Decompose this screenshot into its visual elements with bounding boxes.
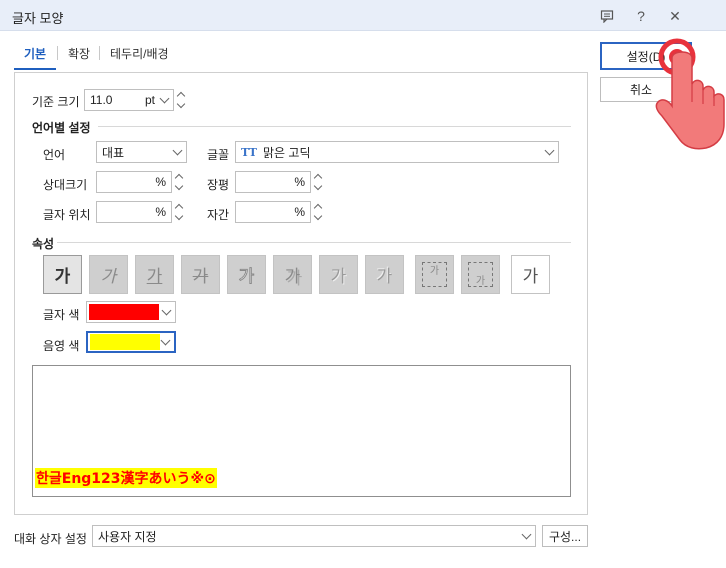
tab-border-background[interactable]: 테두리/배경 [108,45,171,62]
relative-size-label: 상대크기 [43,178,88,192]
size-label: 기준 크기 [32,95,80,109]
spin-down-icon[interactable] [172,211,186,223]
language-select[interactable]: 대표 [96,141,187,163]
chevron-down-icon[interactable] [160,335,171,345]
tab-separator [57,46,58,60]
language-value: 대표 [102,145,125,160]
bold-button[interactable]: 가 [43,255,82,294]
dialog-settings-select[interactable]: 사용자 지정 [92,525,536,547]
comment-icon[interactable] [595,4,619,28]
shade-color-picker[interactable] [86,331,176,353]
preview-text: 한글Eng123漢字あいう※⊙ [35,468,217,488]
emboss-button[interactable]: 가 [319,255,358,294]
tab-separator [99,46,100,60]
section-divider [57,242,571,243]
tab-basic[interactable]: 기본 [22,45,48,62]
window-title: 글자 모양 [12,11,64,26]
relative-size-spinner[interactable] [172,171,186,193]
char-position-input[interactable]: % [96,201,172,223]
attr-section-title: 속성 [32,237,55,251]
font-label: 글꼴 [207,148,230,162]
percent-unit: % [155,175,166,189]
spin-down-icon[interactable] [174,99,188,111]
help-button[interactable]: ? [629,4,653,28]
spin-down-icon[interactable] [311,181,325,193]
compose-button[interactable]: 구성... [542,525,588,547]
size-unit: pt [144,93,155,107]
font-value: 맑은 고딕 [262,145,311,160]
percent-unit: % [155,205,166,219]
char-position-spinner[interactable] [172,201,186,223]
size-value: 11.0 [90,93,113,107]
char-position-label: 글자 위치 [43,208,91,222]
percent-unit: % [294,205,305,219]
spin-down-icon[interactable] [172,181,186,193]
font-select[interactable]: TT 맑은 고딕 [235,141,559,163]
letter-spacing-spinner[interactable] [311,201,325,223]
shadow-button[interactable]: 가 [273,255,312,294]
chevron-down-icon[interactable] [159,93,170,103]
superscript-button[interactable]: 가 [415,255,454,294]
width-ratio-spinner[interactable] [311,171,325,193]
percent-unit: % [294,175,305,189]
width-ratio-label: 장평 [207,178,230,192]
close-button[interactable]: ✕ [663,4,687,28]
spin-up-icon[interactable] [172,201,186,213]
relative-size-input[interactable]: % [96,171,172,193]
spin-down-icon[interactable] [311,211,325,223]
chevron-down-icon[interactable] [521,529,532,539]
shade-color-label: 음영 색 [43,339,80,353]
section-divider [98,126,571,127]
size-spinner[interactable] [174,89,188,111]
active-tab-indicator [14,68,56,70]
spin-up-icon[interactable] [172,171,186,183]
spin-up-icon[interactable] [311,201,325,213]
underline-button[interactable]: 가 [135,255,174,294]
normal-button[interactable]: 가 [511,255,550,294]
text-color-picker[interactable] [86,301,176,323]
strikethrough-button[interactable]: 가 [181,255,220,294]
text-color-swatch [89,304,159,320]
language-label: 언어 [43,148,66,162]
width-ratio-input[interactable]: % [235,171,311,193]
shade-color-swatch [90,334,160,350]
dialog-settings-label: 대화 상자 설정 [14,532,87,546]
chevron-down-icon[interactable] [544,145,555,155]
tab-extended[interactable]: 확장 [66,45,92,62]
size-combo[interactable]: 11.0 pt [84,89,174,111]
subscript-button[interactable]: 가 [461,255,500,294]
truetype-font-icon: TT [241,145,257,159]
outline-button[interactable]: 가 [227,255,266,294]
engrave-button[interactable]: 가 [365,255,404,294]
dialog-settings-value: 사용자 지정 [98,529,157,544]
chevron-down-icon[interactable] [172,145,183,155]
text-color-label: 글자 색 [43,308,80,322]
italic-button[interactable]: 가 [89,255,128,294]
hand-pointer-icon [655,38,725,150]
preview-box: 한글Eng123漢字あいう※⊙ [32,365,571,497]
spin-up-icon[interactable] [174,89,188,101]
letter-spacing-label: 자간 [207,208,230,222]
chevron-down-icon[interactable] [161,305,172,315]
spin-up-icon[interactable] [311,171,325,183]
lang-section-title: 언어별 설정 [32,121,91,135]
letter-spacing-input[interactable]: % [235,201,311,223]
